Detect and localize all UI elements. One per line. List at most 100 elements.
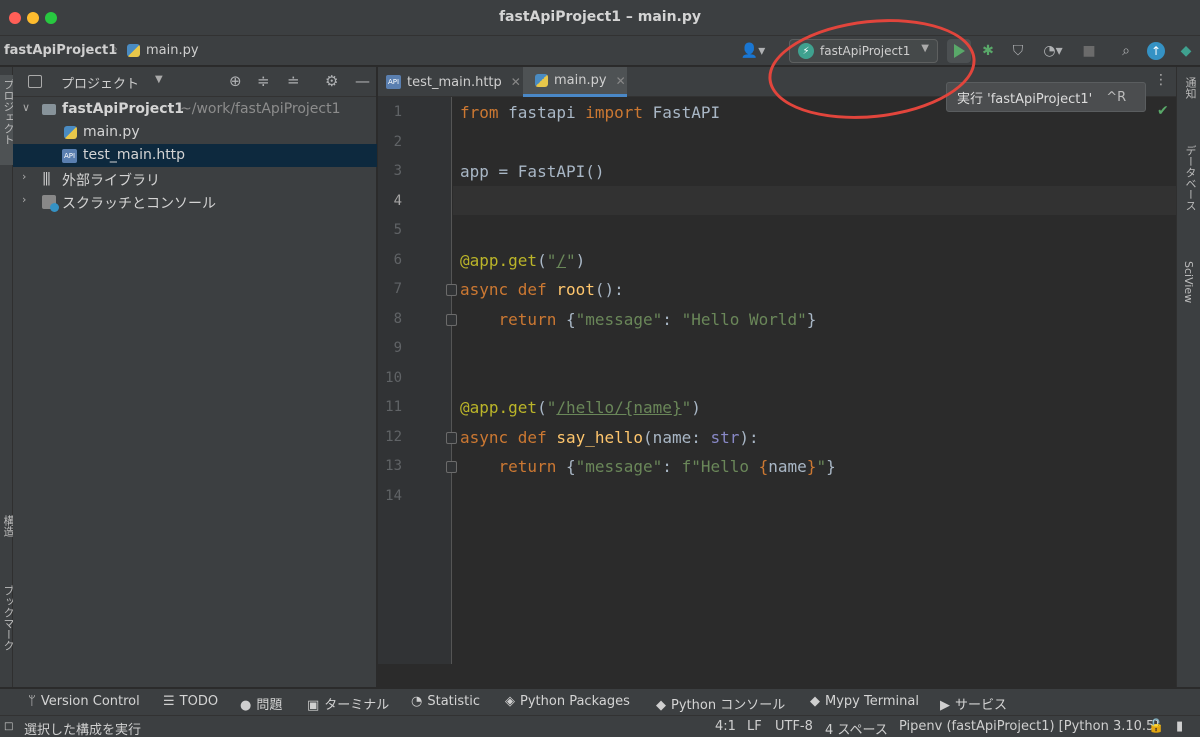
update-icon[interactable]: ↑ xyxy=(1145,40,1167,62)
services-icon: ▶ xyxy=(940,698,950,713)
database-tool-label[interactable]: データベース xyxy=(1182,145,1198,211)
jetbrains-logo-icon[interactable]: ◆ xyxy=(1175,40,1197,62)
scratch-icon xyxy=(42,195,59,212)
notifications-tool-label[interactable]: 通知 xyxy=(1182,77,1198,99)
problems-tab[interactable]: ● 問題 xyxy=(240,694,282,713)
line-number: 7 xyxy=(393,281,402,297)
tree-item-scratches[interactable]: › スクラッチとコンソール xyxy=(13,190,377,213)
code-line-6: @app.get("/") xyxy=(460,251,586,270)
fold-icon[interactable] xyxy=(446,314,457,326)
tool-label: Mypy Terminal xyxy=(825,694,919,709)
line-number: 1 xyxy=(393,104,402,120)
tab-label: test_main.http xyxy=(407,74,502,90)
tool-window-bar: ᛘ Version Control ☰ TODO ● 問題 ▣ ターミナル ◔ Stati… xyxy=(0,688,1200,715)
project-panel-header: プロジェクト ▼ ⊕ ≑ ≐ ⚙ — xyxy=(13,67,376,97)
search-icon[interactable]: ⌕ xyxy=(1116,40,1136,62)
fold-icon[interactable] xyxy=(446,432,457,444)
coverage-icon[interactable]: ⛉ xyxy=(1008,40,1028,62)
debug-icon[interactable]: ✱ xyxy=(978,40,998,62)
list-icon: ☰ xyxy=(163,694,175,709)
packages-icon: ◈ xyxy=(505,694,515,709)
line-number: 5 xyxy=(393,222,402,238)
locate-file-icon[interactable]: ⊕ xyxy=(229,72,242,90)
tool-label: 問題 xyxy=(256,698,283,713)
tool-label: Python Packages xyxy=(520,694,630,709)
info-icon: ● xyxy=(240,698,252,713)
api-file-icon: API xyxy=(62,149,77,163)
code-line-1: from fastapi import FastAPI xyxy=(460,103,721,122)
services-tab[interactable]: ▶ サービス xyxy=(940,694,1007,713)
chevron-right-icon[interactable]: › xyxy=(22,193,26,206)
close-icon[interactable]: ✕ xyxy=(616,74,626,88)
code-line-3: app = FastAPI() xyxy=(460,162,605,181)
ide-window: fastApiProject1 – main.py fastApiProject… xyxy=(0,0,1200,737)
indent-setting[interactable]: 4 スペース xyxy=(825,719,888,737)
line-number: 11 xyxy=(385,399,402,415)
python-file-icon xyxy=(535,74,548,87)
memory-indicator-icon[interactable]: ▮ xyxy=(1176,719,1183,734)
tool-label: Python コンソール xyxy=(671,698,786,713)
tree-item-main-py[interactable]: main.py xyxy=(13,121,377,144)
python-console-tab[interactable]: ◆ Python コンソール xyxy=(656,694,785,713)
chevron-right-icon[interactable]: › xyxy=(22,170,26,183)
statistic-tab[interactable]: ◔ Statistic xyxy=(411,694,480,709)
breadcrumb-file[interactable]: main.py xyxy=(127,43,199,58)
hide-panel-icon[interactable]: — xyxy=(355,72,370,90)
tab-main-py[interactable]: main.py ✕ xyxy=(523,67,627,97)
tool-label: ターミナル xyxy=(324,698,390,713)
breadcrumb-project[interactable]: fastApiProject1 xyxy=(4,43,117,58)
tree-item-test-main-http[interactable]: API test_main.http xyxy=(13,144,377,167)
line-number: 8 xyxy=(393,311,402,327)
current-line-highlight xyxy=(453,186,1176,215)
tree-item-label: スクラッチとコンソール xyxy=(62,196,216,212)
line-number: 3 xyxy=(393,163,402,179)
tree-item-external-libraries[interactable]: › ||| 外部ライブラリ xyxy=(13,167,377,190)
tab-test-main-http[interactable]: API test_main.http ✕ xyxy=(386,67,527,97)
horizontal-scrollbar[interactable] xyxy=(378,664,1176,687)
fold-icon[interactable] xyxy=(446,461,457,473)
tree-item-project-root[interactable]: ∨ fastApiProject1 ~/work/fastApiProject1 xyxy=(13,98,377,121)
mypy-terminal-tab[interactable]: ◆ Mypy Terminal xyxy=(810,694,919,709)
status-toggle-icon[interactable]: □ xyxy=(4,721,13,732)
code-line-12: async def say_hello(name: str): xyxy=(460,428,759,447)
stop-icon[interactable]: ■ xyxy=(1080,40,1098,62)
python-file-icon xyxy=(64,126,77,139)
python-packages-tab[interactable]: ◈ Python Packages xyxy=(505,694,630,709)
chevron-right-icon: › xyxy=(113,42,119,57)
line-separator[interactable]: LF xyxy=(747,719,762,734)
project-panel-title[interactable]: プロジェクト xyxy=(61,73,139,92)
code-line-13: return {"message": f"Hello {name}"} xyxy=(498,457,836,476)
chevron-down-icon[interactable]: ∨ xyxy=(22,101,30,114)
python-interpreter[interactable]: Pipenv (fastApiProject1) [Python 3.10.5] xyxy=(899,719,1159,734)
inspection-ok-icon[interactable]: ✔ xyxy=(1157,103,1169,119)
profile-icon[interactable]: ◔▾ xyxy=(1035,40,1071,62)
terminal-tab[interactable]: ▣ ターミナル xyxy=(307,694,389,713)
more-options-icon[interactable]: ⋮ xyxy=(1154,72,1168,88)
tab-label: main.py xyxy=(554,73,607,88)
line-number: 6 xyxy=(393,252,402,268)
collapse-all-icon[interactable]: ≐ xyxy=(287,72,300,90)
right-tool-strip: 通知 データベース SciView xyxy=(1176,67,1200,687)
caret-position[interactable]: 4:1 xyxy=(715,719,736,734)
tooltip-text: 実行 'fastApiProject1' xyxy=(957,91,1093,107)
lock-icon[interactable]: 🔓 xyxy=(1148,719,1164,734)
sciview-tool-label[interactable]: SciView xyxy=(1182,261,1195,303)
gear-icon[interactable]: ⚙ xyxy=(325,72,338,90)
code-editor[interactable]: 1 2 3 4 5 6 7 8 9 10 11 12 13 14 from fa… xyxy=(378,97,1176,687)
code-line-11: @app.get("/hello/{name}") xyxy=(460,398,701,417)
chevron-down-icon[interactable]: ▼ xyxy=(155,74,163,85)
tool-label: TODO xyxy=(179,694,219,709)
status-bar: □ 選択した構成を実行 4:1 LF UTF-8 4 スペース Pipenv (… xyxy=(0,715,1200,737)
user-menu-icon[interactable]: 👤▾ xyxy=(737,40,769,62)
code-line-7: async def root(): xyxy=(460,280,624,299)
todo-tab[interactable]: ☰ TODO xyxy=(163,694,218,709)
close-icon[interactable]: ✕ xyxy=(511,75,521,89)
run-tooltip: 実行 'fastApiProject1' ^R xyxy=(946,82,1146,112)
terminal-icon: ▣ xyxy=(307,698,320,713)
line-number: 14 xyxy=(385,488,402,504)
fold-icon[interactable] xyxy=(446,284,457,296)
expand-all-icon[interactable]: ≑ xyxy=(257,72,270,90)
breadcrumb-file-label: main.py xyxy=(146,43,199,58)
file-encoding[interactable]: UTF-8 xyxy=(775,719,813,734)
version-control-tab[interactable]: ᛘ Version Control xyxy=(28,694,140,709)
